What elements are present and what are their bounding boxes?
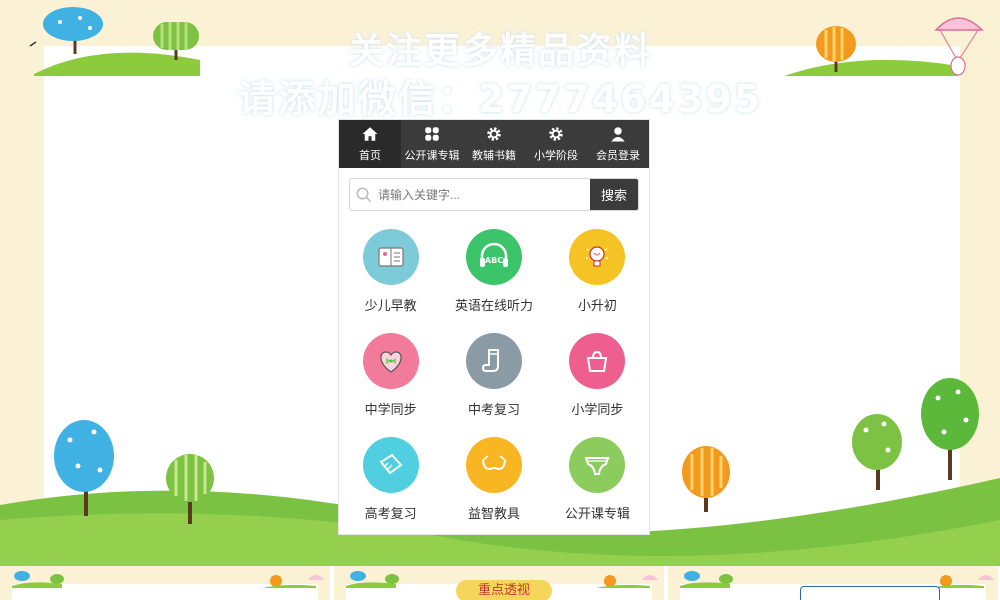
category-tile[interactable]: 公开课专辑: [546, 437, 649, 534]
tile-label: 中学同步: [364, 402, 417, 417]
category-tile[interactable]: ABC 英语在线听力: [442, 229, 545, 333]
bag-icon: [569, 333, 626, 389]
nav-item-home[interactable]: 首页: [339, 120, 401, 168]
nav-item-label: 首页: [359, 150, 381, 162]
category-tile[interactable]: 益智教具: [442, 437, 545, 534]
nav-item-open-class[interactable]: 公开课专辑: [401, 120, 463, 168]
svg-text:ABC: ABC: [485, 256, 503, 265]
tile-label: 英语在线听力: [454, 298, 533, 313]
watermark-line-2: 请添加微信：2777464395: [237, 77, 763, 121]
tile-label: 公开课专辑: [564, 506, 630, 521]
nav-item-label: 小学阶段: [534, 150, 578, 162]
category-grid: 少儿早教 ABC 英语在线听力 小升初 中学同步 中考复习 小学同步 高考复习 …: [339, 229, 649, 534]
headphones-abc-icon: ABC: [465, 229, 522, 285]
search-bar: 搜索: [349, 178, 639, 211]
nav-item-label: 公开课专辑: [404, 150, 460, 162]
category-tile[interactable]: 中考复习: [442, 333, 545, 437]
card-icon: [362, 229, 419, 285]
user-icon: [611, 127, 625, 142]
top-navigation: 首页 公开课专辑 教辅书籍 小学阶段 会员登录: [339, 120, 649, 168]
home-icon: [362, 127, 378, 141]
nav-item-login[interactable]: 会员登录: [587, 120, 649, 168]
nav-item-primary[interactable]: 小学阶段: [525, 120, 587, 168]
category-tile[interactable]: 小升初: [546, 229, 649, 333]
search-button[interactable]: 搜索: [590, 179, 638, 210]
underwear-icon: [569, 437, 626, 493]
tile-label: 益智教具: [467, 506, 520, 521]
lightbulb-icon: [569, 229, 626, 285]
bra-icon: [465, 437, 522, 493]
category-tile[interactable]: 中学同步: [339, 333, 442, 437]
watermark-line-1: 关注更多精品资料: [347, 31, 652, 72]
tile-label: 小升初: [577, 298, 617, 313]
grid-icon: [425, 127, 439, 141]
thumbnail-card: [800, 586, 940, 600]
category-tile[interactable]: 高考复习: [339, 437, 442, 534]
search-icon: [350, 179, 378, 210]
tile-label: 高考复习: [364, 506, 417, 521]
search-input[interactable]: [378, 179, 590, 210]
slide-thumbnail[interactable]: [0, 566, 332, 600]
key-point-badge: 重点透视: [456, 580, 552, 600]
category-tile[interactable]: 小学同步: [546, 333, 649, 437]
heart-bow-icon: [362, 333, 419, 389]
mobile-site-panel: 首页 公开课专辑 教辅书籍 小学阶段 会员登录 搜索: [338, 119, 650, 535]
paper-icon: [362, 437, 419, 493]
nav-item-books[interactable]: 教辅书籍: [463, 120, 525, 168]
gear-icon: [487, 127, 501, 141]
tile-label: 中考复习: [467, 402, 520, 417]
tile-label: 小学同步: [571, 402, 624, 417]
gear-icon: [549, 127, 563, 141]
tile-label: 少儿早教: [364, 298, 417, 313]
sock-icon: [465, 333, 522, 389]
category-tile[interactable]: 少儿早教: [339, 229, 442, 333]
nav-item-label: 会员登录: [596, 150, 640, 162]
nav-item-label: 教辅书籍: [472, 150, 516, 162]
